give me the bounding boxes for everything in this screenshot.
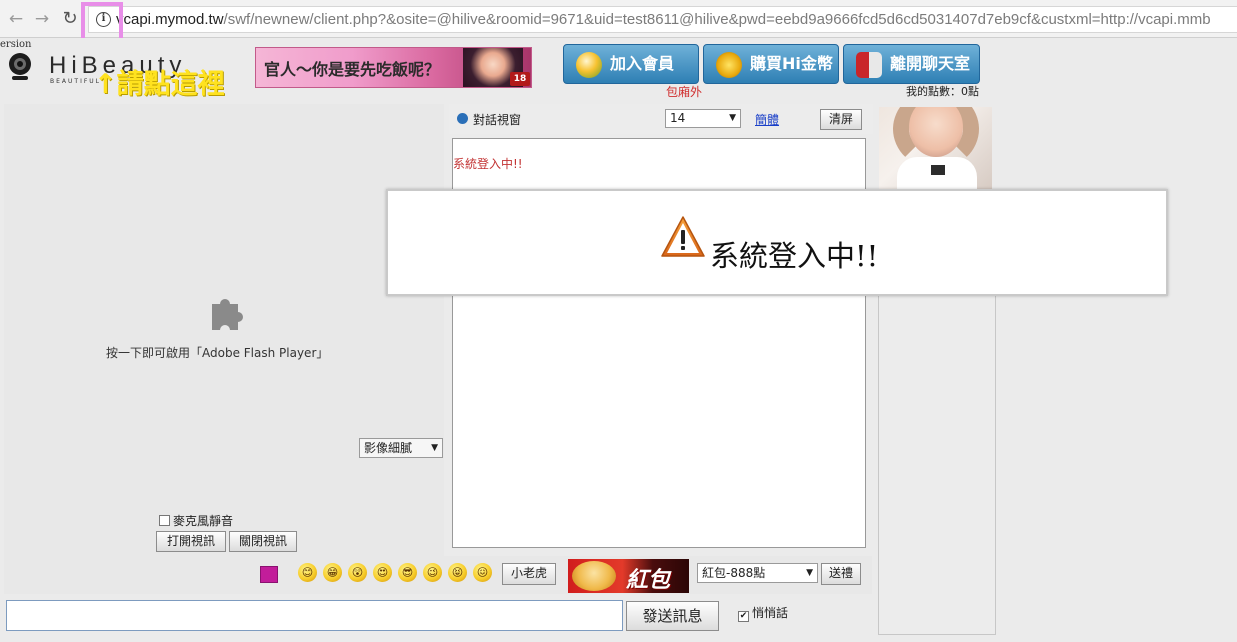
url-path: /swf/newnew/client.php?&osite=@hilive&ro… [223,11,1211,28]
dropdown-arrow-icon: ▼ [729,113,736,123]
little-tiger-button[interactable]: 小老虎 [502,563,556,585]
font-size-value: 14 [670,111,686,125]
chat-bullet-icon [457,113,468,124]
click-here-annotation: ↑請點這裡 [94,69,225,100]
dropdown-arrow-icon: ▼ [806,568,813,578]
surprised-emoji-icon[interactable]: 😲 [348,563,367,582]
system-message: 系統登入中!! [453,157,523,171]
video-panel: 按一下即可啟用「Adobe Flash Player」 影像細膩 ▼ 麥克風靜音… [4,104,444,594]
coin-icon [716,52,742,78]
leave-room-label: 離開聊天室 [890,54,971,73]
video-quality-value: 影像細膩 [364,441,413,455]
private-room-status: 包廂外 [666,85,703,99]
forward-arrow-icon[interactable]: → [32,8,52,30]
address-bar[interactable]: i vcapi.mymod.tw/swf/newnew/client.php?&… [88,6,1237,33]
smile-emoji-icon[interactable]: 😊 [298,563,317,582]
cool-emoji-icon[interactable]: 😎 [398,563,417,582]
url-text[interactable]: vcapi.mymod.tw/swf/newnew/client.php?&os… [116,11,1234,28]
simplified-chinese-link[interactable]: 簡體 [755,111,779,128]
pained-emoji-icon[interactable]: 😖 [473,563,492,582]
age-badge: 18 [510,72,530,86]
back-arrow-icon[interactable]: ← [6,8,26,30]
promo-banner[interactable]: 官人～你是要先吃飯呢？ 18 [255,47,532,88]
red-envelope-text: 紅包 [626,568,671,593]
red-envelope-image [572,561,616,591]
video-quality-select[interactable]: 影像細膩 ▼ [359,438,443,458]
page-blank-area [1000,38,1237,642]
gift-select[interactable]: 紅包-888點 ▼ [697,563,818,583]
webcam-icon [9,53,31,80]
chat-toolbar: 😊 😁 😲 😍 😎 😉 😝 😖 小老虎 紅包 紅包-888點 ▼ 送禮 [4,556,872,594]
message-input[interactable] [6,600,623,631]
checkbox-checked[interactable]: ✔ [738,611,749,622]
join-member-button[interactable]: 加入會員 [563,44,699,84]
version-label: ersion [0,39,32,50]
host-avatar[interactable] [879,107,992,189]
chat-window-title: 對話視窗 [473,113,522,127]
exit-door-icon [856,52,882,78]
gift-value: 紅包-888點 [702,566,766,580]
my-points-label: 我的點數：0點 [906,85,979,98]
send-gift-button[interactable]: 送禮 [821,563,861,585]
send-message-button[interactable]: 發送訊息 [626,601,719,631]
browser-toolbar: ← → ↻ i vcapi.mymod.tw/swf/newnew/client… [0,0,1237,38]
buy-coins-button[interactable]: 購買Hi金幣 [703,44,839,84]
clear-screen-button[interactable]: 清屏 [820,109,862,130]
grin-emoji-icon[interactable]: 😁 [323,563,342,582]
add-user-icon [576,52,602,78]
open-video-button[interactable]: 打開視訊 [156,531,226,552]
login-status-dialog: 系統登入中!! [386,189,1168,296]
whisper-checkbox[interactable]: ✔ 悄悄話 [738,604,788,622]
url-host: vcapi.mymod.tw [116,11,224,28]
chat-room-page: ersion HiBeauty BEAUTIFUL ↑請點這裡 官人～你是要先吃… [0,38,1000,642]
join-member-label: 加入會員 [610,54,675,73]
text-color-picker[interactable] [260,566,278,583]
dropdown-arrow-icon: ▼ [431,443,438,453]
reload-icon[interactable]: ↻ [60,8,80,30]
chat-window-header: 對話視窗 14 ▼ 簡體 清屏 [449,104,873,134]
checkbox-box[interactable] [159,515,170,526]
warning-triangle-icon [661,216,705,257]
plugin-puzzle-icon[interactable] [204,292,246,334]
close-video-button[interactable]: 關閉視訊 [229,531,297,552]
tongue-emoji-icon[interactable]: 😝 [448,563,467,582]
banner-text: 官人～你是要先吃飯呢？ [264,60,441,79]
wink-emoji-icon[interactable]: 😉 [423,563,442,582]
font-size-select[interactable]: 14 ▼ [665,109,741,128]
red-envelope-banner[interactable]: 紅包 [568,559,689,593]
heart-eyes-emoji-icon[interactable]: 😍 [373,563,392,582]
leave-room-button[interactable]: 離開聊天室 [843,44,980,84]
avatar-bow [931,165,945,175]
mic-mute-label: 麥克風靜音 [173,514,234,528]
buy-coins-label: 購買Hi金幣 [750,54,833,73]
mic-mute-checkbox[interactable]: 麥克風靜音 [159,512,233,529]
login-status-message: 系統登入中!! [710,239,879,273]
enable-flash-link[interactable]: 按一下即可啟用「Adobe Flash Player」 [106,344,328,361]
whisper-label: 悄悄話 [752,606,789,620]
